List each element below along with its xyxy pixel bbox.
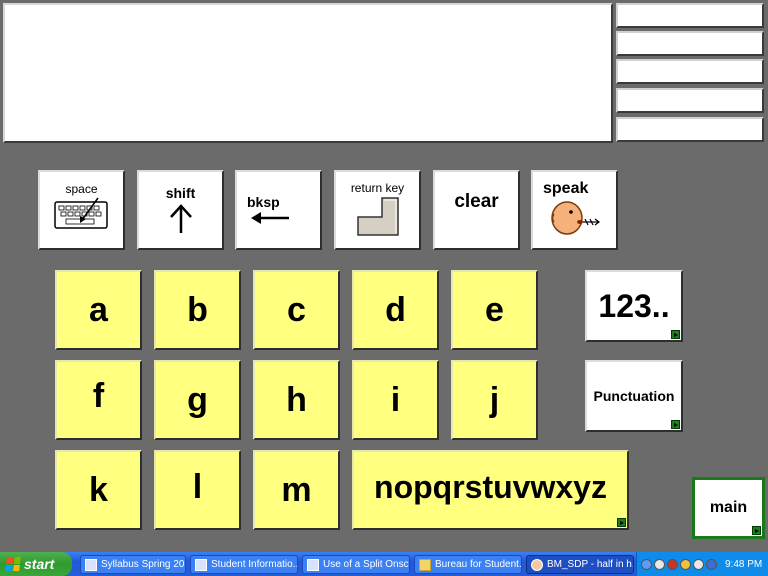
taskbar: start Syllabus Spring 20... Student Info… [0, 552, 768, 576]
message-display[interactable] [3, 3, 613, 143]
tray-icon[interactable] [667, 558, 678, 570]
speak-key-label: speak [543, 180, 589, 197]
letter-key-m[interactable]: m [253, 450, 340, 530]
backspace-key-label: bksp [247, 194, 280, 210]
taskbar-item-bm-sdp[interactable]: BM_SDP - half in h... [526, 555, 634, 574]
tray-icon[interactable] [641, 558, 652, 570]
clock[interactable]: 9:48 PM [725, 559, 762, 570]
main-page-key[interactable]: main [692, 477, 765, 539]
letter-key-l[interactable]: l [154, 450, 241, 530]
letter-key-c[interactable]: c [253, 270, 340, 350]
word-document-icon [85, 558, 97, 571]
letter-key-d[interactable]: d [352, 270, 439, 350]
tray-icon[interactable] [693, 558, 704, 570]
letter-key-e[interactable]: e [451, 270, 538, 350]
space-key[interactable]: space [38, 170, 125, 250]
return-key-label: return key [350, 181, 405, 195]
message-slot-4[interactable] [616, 88, 764, 113]
punctuation-page-label: Punctuation [593, 388, 675, 404]
keyboard-icon [53, 197, 108, 229]
numbers-page-label: 123.. [598, 287, 670, 324]
shift-key[interactable]: shift [137, 170, 224, 250]
word-document-icon [195, 558, 207, 571]
letter-key-g[interactable]: g [154, 360, 241, 440]
speak-key[interactable]: speak [531, 170, 618, 250]
shift-key-label: shift [165, 185, 196, 201]
word-document-icon [307, 558, 319, 571]
taskbar-item-label: Student Informatio... [211, 559, 298, 570]
windows-logo-icon [5, 557, 21, 571]
taskbar-item-syllabus[interactable]: Syllabus Spring 20... [80, 555, 186, 574]
taskbar-item-label: Use of a Split Onsc... [323, 559, 410, 570]
space-key-label: space [65, 182, 98, 196]
taskbar-item-label: Syllabus Spring 20... [101, 559, 186, 570]
arrow-up-icon [169, 204, 192, 233]
letter-key-b[interactable]: b [154, 270, 241, 350]
taskbar-item-label: BM_SDP - half in h... [547, 559, 634, 570]
letter-key-a[interactable]: a [55, 270, 142, 350]
start-label: start [24, 556, 55, 572]
return-key[interactable]: return key [334, 170, 421, 250]
arrow-left-icon [251, 212, 289, 224]
page-link-icon [671, 420, 680, 429]
message-slot-2[interactable] [616, 31, 764, 56]
letter-key-i[interactable]: i [352, 360, 439, 440]
taskbar-item-label: Bureau for Student... [435, 559, 522, 570]
taskbar-item-split-onscreen[interactable]: Use of a Split Onsc... [302, 555, 410, 574]
numbers-page-key[interactable]: 123.. [585, 270, 683, 342]
message-slot-1[interactable] [616, 3, 764, 28]
return-key-icon [356, 197, 399, 236]
page-link-icon [617, 518, 626, 527]
message-slot-3[interactable] [616, 59, 764, 84]
message-slot-5[interactable] [616, 117, 764, 142]
clear-key-label: clear [454, 191, 499, 212]
punctuation-page-key[interactable]: Punctuation [585, 360, 683, 432]
main-page-label: main [709, 499, 748, 516]
speaking-head-icon [550, 201, 600, 235]
letter-key-j[interactable]: j [451, 360, 538, 440]
start-button[interactable]: start [0, 552, 72, 576]
page-link-icon [752, 526, 761, 535]
folder-icon [419, 558, 431, 571]
clear-key[interactable]: clear [433, 170, 520, 250]
tray-icon[interactable] [654, 558, 665, 570]
letters-n-to-z-key[interactable]: nopqrstuvwxyz [352, 450, 629, 530]
system-tray: 9:48 PM [636, 552, 768, 576]
backspace-key[interactable]: bksp [235, 170, 322, 250]
letter-key-h[interactable]: h [253, 360, 340, 440]
page-link-icon [671, 330, 680, 339]
taskbar-item-student-info[interactable]: Student Informatio... [190, 555, 298, 574]
tray-icon[interactable] [706, 558, 717, 570]
letter-key-f[interactable]: f [55, 360, 142, 440]
taskbar-item-bureau[interactable]: Bureau for Student... [414, 555, 522, 574]
letter-key-k[interactable]: k [55, 450, 142, 530]
app-icon [531, 558, 543, 571]
letters-n-to-z-label: nopqrstuvwxyz [374, 468, 607, 505]
tray-icon[interactable] [680, 558, 691, 570]
